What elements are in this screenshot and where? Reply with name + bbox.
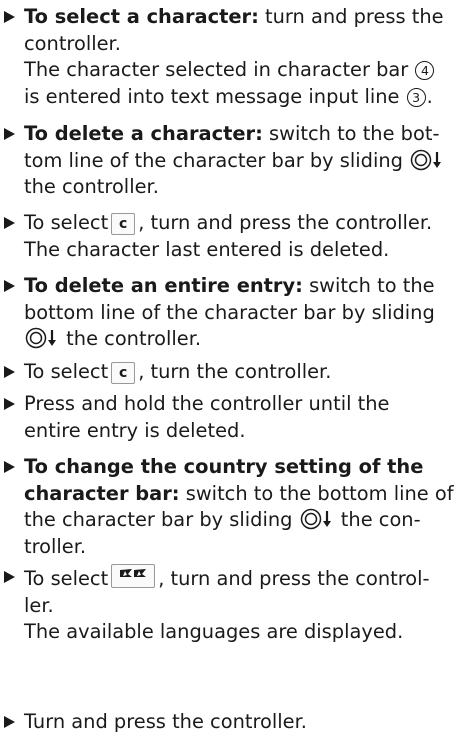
step-text: the con- xyxy=(340,508,421,531)
step-text: , turn and press the control- xyxy=(158,567,430,590)
callout-4-icon: 4 xyxy=(415,61,435,80)
step-text: troller. xyxy=(24,534,87,558)
step-text: turn and press the xyxy=(265,5,444,28)
bullet-triangle-icon xyxy=(4,461,15,473)
bullet-triangle-icon xyxy=(4,366,15,378)
step-heading: To delete an entire entry: xyxy=(24,274,303,297)
step-select-c-delete: To select c, turn and press the controlle… xyxy=(0,210,464,263)
bullet-triangle-icon xyxy=(4,128,15,140)
step-press-hold: Press and hold the controller until the … xyxy=(0,391,464,444)
step-select-c: To select c, turn the controller. xyxy=(0,359,464,386)
step-text: Press and hold the controller until the xyxy=(24,392,390,415)
step-turn-press: Turn and press the controller. xyxy=(0,709,464,736)
step-delete-entry: To delete an entire entry: switch to the… xyxy=(0,273,464,353)
step-text: the controller. xyxy=(24,175,159,198)
bullet-triangle-icon xyxy=(4,571,15,583)
c-key-button: c xyxy=(111,362,136,384)
flags-icon xyxy=(111,564,156,588)
step-heading: character bar: xyxy=(24,481,180,505)
step-text: , turn the controller. xyxy=(138,360,332,383)
step-text: switch to the xyxy=(309,274,435,297)
step-text: To select xyxy=(24,567,109,590)
step-delete-character: To delete a character: switch to the bot… xyxy=(0,121,464,201)
bullet-triangle-icon xyxy=(4,280,15,292)
step-text: The available languages are displayed. xyxy=(24,620,404,643)
step-text: To select xyxy=(24,360,109,383)
step-text: controller. xyxy=(24,31,121,55)
step-text: tom line of the character bar by sliding xyxy=(24,148,403,172)
step-select-flags: To select , turn and press the control- l… xyxy=(0,564,464,646)
c-key-button: c xyxy=(111,213,136,235)
bullet-triangle-icon xyxy=(4,11,15,23)
step-heading: To select a character: xyxy=(24,5,259,28)
bullet-triangle-icon xyxy=(4,398,15,410)
step-text: entire entry is deleted. xyxy=(24,418,246,442)
step-select-character: To select a character: turn and press th… xyxy=(0,4,464,110)
step-change-country: To change the country setting of the cha… xyxy=(0,454,464,560)
step-text: the character bar by sliding xyxy=(24,508,293,531)
step-text: The character last entered is deleted. xyxy=(24,237,390,261)
controller-slide-down-icon xyxy=(25,327,59,349)
step-text: ler. xyxy=(24,593,54,617)
step-text: . xyxy=(426,84,433,108)
step-text: is entered into text message input line xyxy=(24,84,400,108)
bullet-triangle-icon xyxy=(4,217,15,229)
controller-slide-down-icon xyxy=(410,149,444,171)
step-heading: To delete a character: xyxy=(24,122,263,145)
step-text: , turn and press the controller. xyxy=(138,211,433,234)
step-text: switch to the bot- xyxy=(269,122,440,145)
step-text: The character selected in character bar xyxy=(24,58,409,81)
step-heading: To change the country setting of the xyxy=(24,455,424,478)
controller-slide-down-icon xyxy=(300,508,334,530)
manual-page: To select a character: turn and press th… xyxy=(0,0,464,748)
step-text: the controller. xyxy=(66,327,202,350)
step-text: switch to the bottom line of xyxy=(185,481,454,505)
callout-3-icon: 3 xyxy=(406,87,426,107)
step-text: Turn and press the controller. xyxy=(24,710,307,733)
bullet-triangle-icon xyxy=(4,716,15,728)
step-text: bottom line of the character bar by slid… xyxy=(24,300,435,324)
step-text: To select xyxy=(24,211,109,234)
